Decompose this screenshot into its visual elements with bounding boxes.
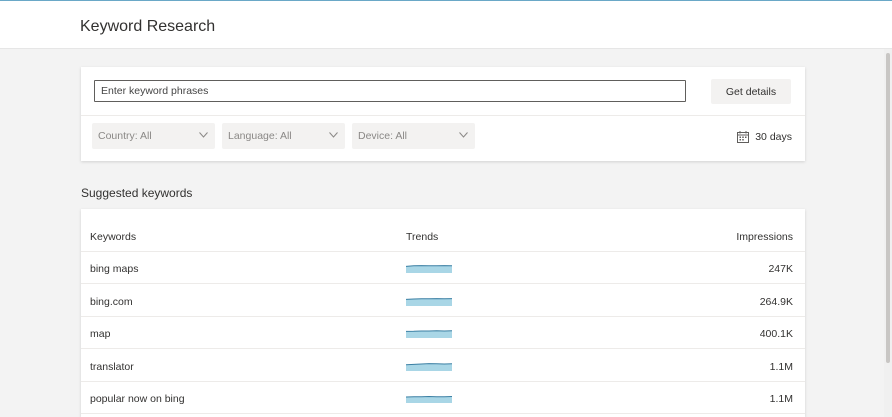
column-header-impressions[interactable]: Impressions xyxy=(736,231,793,243)
impressions-cell: 1.1M xyxy=(769,360,793,373)
chevron-down-icon xyxy=(459,132,468,138)
device-filter-dropdown[interactable]: Device: All xyxy=(352,123,475,149)
keyword-search-input[interactable] xyxy=(94,80,686,102)
calendar-icon xyxy=(737,131,750,143)
trend-cell xyxy=(406,261,452,273)
country-filter-label: Country: All xyxy=(98,130,152,142)
keyword-cell: popular now on bing xyxy=(90,393,185,405)
table-row[interactable]: bing maps 247K xyxy=(81,252,805,284)
trend-cell xyxy=(406,294,452,306)
sparkline-area xyxy=(406,298,452,306)
suggested-keywords-title: Suggested keywords xyxy=(81,186,193,200)
impressions-cell: 264.9K xyxy=(759,295,793,308)
get-details-button[interactable]: Get details xyxy=(711,79,791,104)
sparkline-line xyxy=(406,395,452,398)
suggested-keywords-table: Keywords Trends Impressions bing maps 247… xyxy=(81,209,805,417)
search-card: Get details Country: All Language: All D… xyxy=(81,67,805,161)
sparkline-area xyxy=(406,330,452,338)
trend-sparkline xyxy=(406,395,452,403)
vertical-scrollbar[interactable] xyxy=(884,49,892,417)
date-range-picker[interactable]: 30 days xyxy=(737,131,792,143)
scrollbar-thumb[interactable] xyxy=(886,53,890,363)
sparkline-area xyxy=(406,265,452,273)
trend-sparkline xyxy=(406,265,452,273)
impressions-cell: 400.1K xyxy=(759,328,793,340)
keyword-cell: bing.com xyxy=(90,295,133,308)
trend-sparkline xyxy=(406,362,452,371)
trend-cell xyxy=(406,391,452,403)
language-filter-dropdown[interactable]: Language: All xyxy=(222,123,345,149)
column-header-trends: Trends xyxy=(406,231,439,243)
sparkline-area xyxy=(406,396,452,403)
table-header-row: Keywords Trends Impressions xyxy=(81,217,805,252)
card-divider xyxy=(81,115,805,116)
date-range-label: 30 days xyxy=(755,131,792,143)
trend-sparkline xyxy=(406,330,452,338)
keyword-cell: bing maps xyxy=(90,263,139,275)
keyword-cell: map xyxy=(90,328,111,340)
page-title: Keyword Research xyxy=(80,18,216,35)
table-row[interactable]: bing.com 264.9K xyxy=(81,285,805,317)
keyword-cell: translator xyxy=(90,360,134,373)
column-header-keywords[interactable]: Keywords xyxy=(90,231,136,243)
language-filter-label: Language: All xyxy=(228,130,292,142)
table-row[interactable]: translator 1.1M xyxy=(81,350,805,382)
table-row[interactable]: popular now on bing 1.1M xyxy=(81,382,805,414)
top-bar: Keyword Research xyxy=(0,0,892,49)
chevron-down-icon xyxy=(199,132,208,138)
impressions-cell: 1.1M xyxy=(769,393,793,405)
table-row[interactable]: map 400.1K xyxy=(81,317,805,349)
impressions-cell: 247K xyxy=(768,263,793,275)
trend-sparkline xyxy=(406,297,452,306)
chevron-down-icon xyxy=(329,132,338,138)
trend-cell xyxy=(406,326,452,338)
country-filter-dropdown[interactable]: Country: All xyxy=(92,123,215,149)
device-filter-label: Device: All xyxy=(358,130,408,142)
trend-cell xyxy=(406,359,452,371)
sparkline-line xyxy=(406,330,452,332)
